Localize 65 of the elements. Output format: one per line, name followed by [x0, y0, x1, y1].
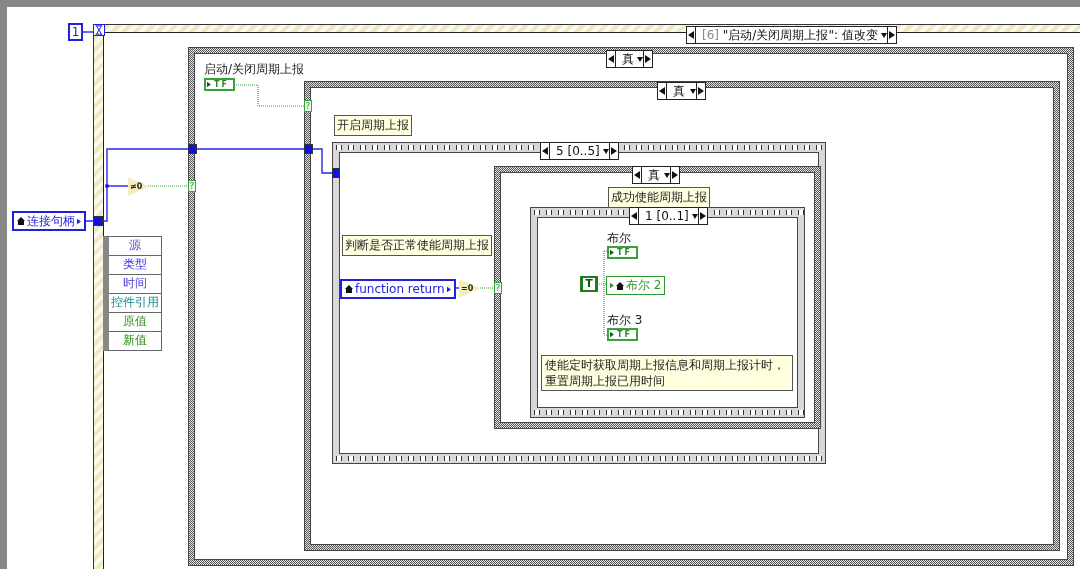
boolean-indicator[interactable]: TF [607, 328, 638, 341]
comment-label: 成功使能周期上报 [608, 187, 710, 208]
event-data-item: 控件引用 [109, 294, 161, 313]
local-variable[interactable]: 布尔 2 [606, 276, 666, 295]
wire [81, 31, 94, 33]
comment-label: 使能定时获取周期上报信息和周期上报计时，重置周期上报已用时间 [541, 355, 793, 391]
case-selector[interactable]: 1 [0..1] [629, 207, 708, 225]
tunnel [93, 216, 103, 226]
wire-junction [105, 184, 109, 188]
house-icon [345, 285, 353, 293]
house-icon [616, 281, 624, 290]
wire [235, 84, 305, 107]
comment-label: 判断是否正常使能周期上报 [342, 235, 492, 256]
tunnel [332, 168, 340, 178]
next-case-icon[interactable] [886, 27, 896, 43]
dropdown-arrow-icon[interactable] [880, 31, 887, 39]
hourglass-icon [93, 24, 105, 36]
terminal-arrow-icon[interactable] [207, 81, 211, 88]
dropdown-arrow-icon[interactable] [691, 212, 698, 220]
control-label: 启动/关闭周期上报 [204, 61, 305, 78]
case-selector[interactable]: 真 [606, 50, 653, 68]
previous-case-icon[interactable] [687, 27, 696, 43]
previous-case-icon[interactable] [630, 208, 639, 224]
dropdown-arrow-icon[interactable] [690, 87, 696, 95]
indicator-label: 布尔 3 [607, 312, 643, 329]
case-selector[interactable]: 5 [0..5] [540, 142, 619, 160]
selector-terminal: ? [494, 282, 502, 294]
comment-label: 开启周期上报 [334, 115, 412, 136]
next-case-icon[interactable] [670, 167, 679, 183]
boolean-constant[interactable]: T [580, 276, 598, 292]
event-data-item: 时间 [109, 275, 161, 294]
dropdown-arrow-icon[interactable] [664, 171, 670, 179]
local-variable[interactable]: 连接句柄 [12, 211, 86, 231]
terminal-arrow-icon[interactable] [610, 331, 614, 338]
local-variable[interactable]: function return [340, 279, 456, 299]
previous-case-icon[interactable] [658, 83, 667, 99]
case-selector[interactable]: [6] "启动/关闭周期上报": 值改变 [686, 26, 897, 44]
next-case-icon[interactable] [697, 208, 707, 224]
wire [479, 287, 495, 289]
previous-case-icon[interactable] [607, 51, 616, 67]
previous-case-icon[interactable] [541, 143, 550, 159]
next-case-icon[interactable] [608, 143, 618, 159]
event-data-item: 源 [109, 237, 161, 256]
case-selector[interactable]: 真 [632, 166, 680, 184]
previous-case-icon[interactable] [633, 167, 642, 183]
event-data-item: 类型 [109, 256, 161, 275]
terminal-arrow-icon[interactable] [446, 285, 451, 293]
event-data-item: 新值 [122, 332, 148, 349]
indicator-label: 布尔 [607, 230, 631, 247]
next-case-icon[interactable] [643, 51, 652, 67]
tunnel [188, 144, 197, 154]
next-case-icon[interactable] [696, 83, 705, 99]
tunnel [304, 144, 313, 154]
dropdown-arrow-icon[interactable] [637, 55, 643, 63]
house-icon [17, 217, 25, 225]
iteration-count: 1 [68, 23, 83, 41]
dropdown-arrow-icon[interactable] [602, 147, 609, 155]
boolean-indicator[interactable]: TF [607, 246, 638, 259]
selector-terminal: ? [304, 100, 312, 112]
terminal-arrow-icon[interactable] [77, 217, 81, 225]
terminal-arrow-icon[interactable] [610, 249, 614, 256]
selector-terminal: ? [188, 180, 196, 192]
case-selector[interactable]: 真 [657, 82, 706, 100]
event-data-item: 原值 [109, 313, 161, 332]
boolean-control[interactable]: TF [204, 78, 235, 91]
